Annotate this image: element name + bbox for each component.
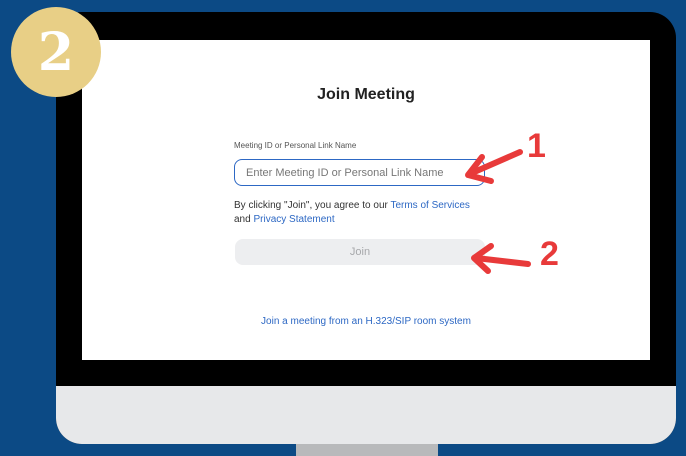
arrow-1-icon: [465, 149, 523, 184]
annotation-arrows: [465, 149, 531, 274]
arrow-2-label: 2: [540, 235, 559, 273]
arrow-2-icon: [471, 243, 531, 274]
arrow-1-label: 1: [527, 127, 546, 165]
